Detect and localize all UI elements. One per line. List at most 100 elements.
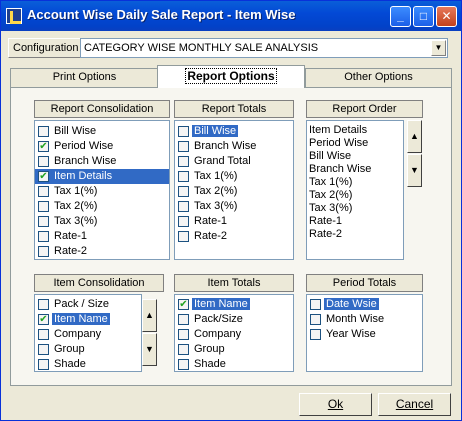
list-item[interactable]: Rate-2 bbox=[307, 228, 403, 241]
list-item[interactable]: Shade bbox=[175, 357, 293, 371]
list-item[interactable]: Rate-2 bbox=[35, 244, 169, 259]
report-order-list[interactable]: Item Details Period Wise Bill Wise Branch W… bbox=[306, 120, 404, 260]
list-item[interactable]: Tax 2(%) bbox=[35, 199, 169, 214]
list-item[interactable]: Shade bbox=[35, 357, 141, 371]
list-item[interactable]: Pack / Size bbox=[35, 297, 141, 312]
checkbox-checked[interactable]: ✔ bbox=[178, 299, 189, 310]
list-item[interactable]: ✔ Period Wise bbox=[35, 139, 169, 154]
list-item[interactable]: Branch Wise bbox=[175, 139, 293, 154]
list-item[interactable]: Rate-1 bbox=[35, 229, 169, 244]
checkbox[interactable] bbox=[38, 216, 49, 227]
title-bar[interactable]: Account Wise Daily Sale Report - Item Wi… bbox=[1, 1, 461, 31]
checkbox[interactable] bbox=[178, 344, 189, 355]
report-options-panel: Report Consolidation Bill Wise ✔ Period Wi… bbox=[10, 87, 452, 386]
list-item-label: Rate-1 bbox=[54, 230, 88, 242]
checkbox[interactable] bbox=[178, 201, 189, 212]
move-down-button[interactable]: ▼ bbox=[407, 154, 422, 187]
checkbox[interactable] bbox=[38, 344, 49, 355]
checkbox-checked[interactable]: ✔ bbox=[38, 141, 49, 152]
list-item[interactable]: Branch Wise bbox=[307, 163, 403, 176]
checkbox[interactable] bbox=[178, 186, 189, 197]
list-item[interactable]: Bill Wise bbox=[175, 124, 293, 139]
list-item[interactable]: Tax 3(%) bbox=[307, 202, 403, 215]
tab-print-options[interactable]: Print Options bbox=[10, 68, 159, 87]
list-item[interactable]: Month Wise bbox=[307, 312, 422, 327]
chevron-down-icon[interactable]: ▼ bbox=[431, 40, 446, 56]
arrow-up-icon: ▲ bbox=[410, 131, 419, 141]
list-item[interactable]: Rate-1 bbox=[175, 214, 293, 229]
tab-other-options[interactable]: Other Options bbox=[305, 68, 452, 87]
checkbox[interactable] bbox=[38, 246, 49, 257]
list-item[interactable]: Year Wise bbox=[307, 327, 422, 342]
checkbox[interactable] bbox=[178, 329, 189, 340]
group-title: Item Totals bbox=[174, 274, 294, 292]
checkbox[interactable] bbox=[310, 299, 321, 310]
checkbox[interactable] bbox=[38, 329, 49, 340]
checkbox[interactable] bbox=[38, 126, 49, 137]
list-item[interactable]: Rate-2 bbox=[175, 229, 293, 244]
list-item[interactable]: Tax 2(%) bbox=[307, 189, 403, 202]
item-totals-group: Item Totals ✔ Item Name Pack/Size Company Gr… bbox=[174, 274, 294, 374]
list-item[interactable]: Tax 3(%) bbox=[35, 214, 169, 229]
report-consolidation-list[interactable]: Bill Wise ✔ Period Wise Branch Wise ✔ Item De… bbox=[34, 120, 170, 260]
list-item[interactable]: Tax 1(%) bbox=[175, 169, 293, 184]
list-item-label: Company bbox=[194, 328, 242, 340]
list-item-label: Item Name bbox=[52, 313, 110, 325]
period-totals-list[interactable]: Date Wsie Month Wise Year Wise bbox=[306, 294, 423, 372]
report-totals-list[interactable]: Bill Wise Branch Wise Grand Total Tax 1(%) T… bbox=[174, 120, 294, 260]
list-item[interactable]: Company bbox=[175, 327, 293, 342]
list-item[interactable]: Grand Total bbox=[175, 154, 293, 169]
list-item[interactable]: Group bbox=[35, 342, 141, 357]
list-item[interactable]: Period Wise bbox=[307, 137, 403, 150]
list-item[interactable]: Pack/Size bbox=[175, 312, 293, 327]
checkbox-checked[interactable]: ✔ bbox=[38, 171, 49, 182]
checkbox[interactable] bbox=[178, 141, 189, 152]
list-item[interactable]: Bill Wise bbox=[35, 124, 169, 139]
checkbox[interactable] bbox=[178, 216, 189, 227]
list-item[interactable]: Date Wsie bbox=[307, 297, 422, 312]
tab-report-options[interactable]: Report Options bbox=[157, 65, 305, 88]
checkbox[interactable] bbox=[310, 314, 321, 325]
checkbox[interactable] bbox=[178, 314, 189, 325]
checkbox[interactable] bbox=[178, 171, 189, 182]
list-item[interactable]: Group bbox=[175, 342, 293, 357]
checkbox[interactable] bbox=[38, 201, 49, 212]
cancel-button[interactable]: Cancel bbox=[378, 393, 451, 416]
item-move-up-button[interactable]: ▲ bbox=[142, 299, 157, 332]
maximize-button[interactable]: □ bbox=[413, 6, 434, 27]
report-totals-group: Report Totals Bill Wise Branch Wise Grand … bbox=[174, 100, 294, 260]
item-move-down-button[interactable]: ▼ bbox=[142, 333, 157, 366]
list-item[interactable]: ✔ Item Name bbox=[175, 297, 293, 312]
list-item[interactable]: Tax 1(%) bbox=[307, 176, 403, 189]
checkbox[interactable] bbox=[38, 186, 49, 197]
arrow-down-icon: ▼ bbox=[410, 165, 419, 175]
checkbox[interactable] bbox=[178, 126, 189, 137]
list-item[interactable]: Rate-1 bbox=[307, 215, 403, 228]
checkbox[interactable] bbox=[38, 231, 49, 242]
list-item[interactable]: Item Details bbox=[307, 124, 403, 137]
item-consolidation-list[interactable]: Pack / Size ✔ Item Name Company Group Shade bbox=[34, 294, 142, 372]
item-totals-list[interactable]: ✔ Item Name Pack/Size Company Group Shade bbox=[174, 294, 294, 372]
close-button[interactable]: ✕ bbox=[436, 6, 457, 27]
move-up-button[interactable]: ▲ bbox=[407, 120, 422, 153]
list-item[interactable]: Bill Wise bbox=[307, 150, 403, 163]
checkbox[interactable] bbox=[38, 156, 49, 167]
list-item-label: Pack / Size bbox=[54, 298, 110, 310]
checkbox[interactable] bbox=[38, 359, 49, 370]
list-item[interactable]: Tax 2(%) bbox=[175, 184, 293, 199]
checkbox[interactable] bbox=[310, 329, 321, 340]
checkbox[interactable] bbox=[178, 231, 189, 242]
checkbox[interactable] bbox=[38, 299, 49, 310]
ok-button[interactable]: Ok bbox=[299, 393, 372, 416]
minimize-button[interactable]: _ bbox=[390, 6, 411, 27]
checkbox[interactable] bbox=[178, 156, 189, 167]
list-item[interactable]: Company bbox=[35, 327, 141, 342]
list-item[interactable]: ✔ Item Details bbox=[35, 169, 169, 184]
checkbox[interactable] bbox=[178, 359, 189, 370]
list-item[interactable]: Branch Wise bbox=[35, 154, 169, 169]
configuration-combo[interactable]: CATEGORY WISE MONTHLY SALE ANALYSIS ▼ bbox=[80, 38, 448, 58]
list-item[interactable]: Tax 3(%) bbox=[175, 199, 293, 214]
list-item[interactable]: Tax 1(%) bbox=[35, 184, 169, 199]
checkbox-checked[interactable]: ✔ bbox=[38, 314, 49, 325]
list-item[interactable]: ✔ Item Name bbox=[35, 312, 141, 327]
